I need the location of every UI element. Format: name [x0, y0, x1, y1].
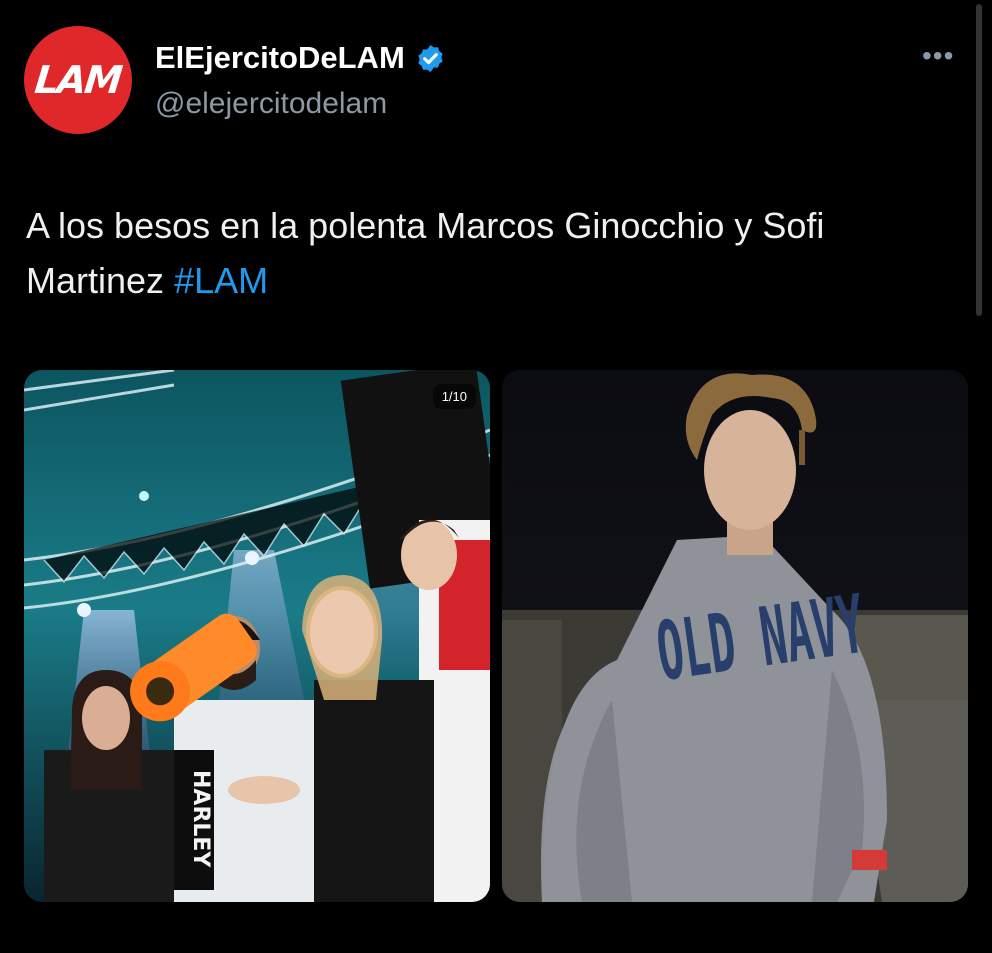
media-counter-badge: 1/10	[432, 384, 476, 409]
photo-portrait[interactable]: OLD NAVY	[502, 370, 968, 902]
display-name[interactable]: ElEjercitoDeLAM	[155, 40, 405, 76]
tweet-body: A los besos en la polenta Marcos Ginocch…	[26, 205, 825, 301]
media-grid: HARLEY 1/10 OLD NAVY	[24, 370, 968, 902]
portrait-image: OLD NAVY	[502, 370, 968, 902]
tweet-text: A los besos en la polenta Marcos Ginocch…	[26, 198, 971, 308]
hashtag-link[interactable]: #LAM	[174, 260, 268, 301]
more-horizontal-icon[interactable]: •••	[922, 42, 954, 70]
concert-image: HARLEY	[24, 370, 490, 902]
verified-badge-icon	[418, 44, 443, 72]
name-row: ElEjercitoDeLAM	[155, 40, 446, 76]
photo-concert[interactable]: HARLEY 1/10	[24, 370, 490, 902]
avatar-logo-text: LAM	[32, 58, 124, 102]
user-handle[interactable]: @elejercitodelam	[155, 87, 387, 121]
scrollbar[interactable]	[976, 4, 982, 316]
avatar[interactable]: LAM	[24, 26, 132, 134]
shirt-print-text: HARLEY	[188, 770, 213, 868]
